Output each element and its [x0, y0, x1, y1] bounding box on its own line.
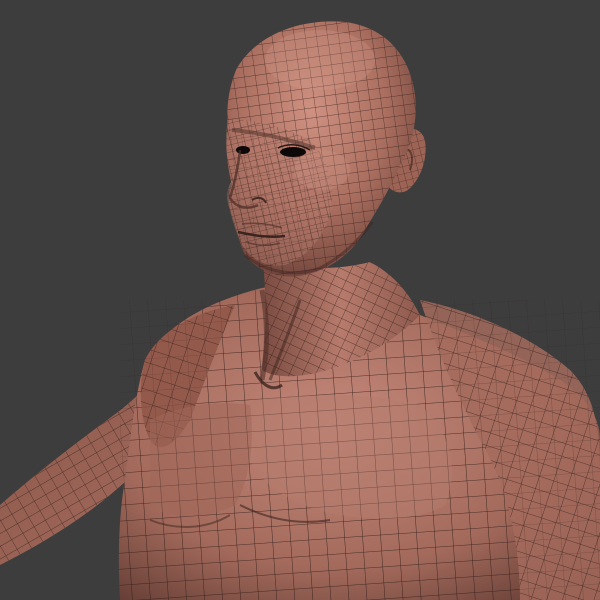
model-render [0, 0, 600, 600]
scalp-highlight [265, 30, 375, 90]
cheekbone-highlight [294, 150, 350, 190]
right-eye [280, 147, 306, 157]
left-eye [236, 146, 250, 154]
3d-viewport[interactable] [0, 0, 600, 600]
